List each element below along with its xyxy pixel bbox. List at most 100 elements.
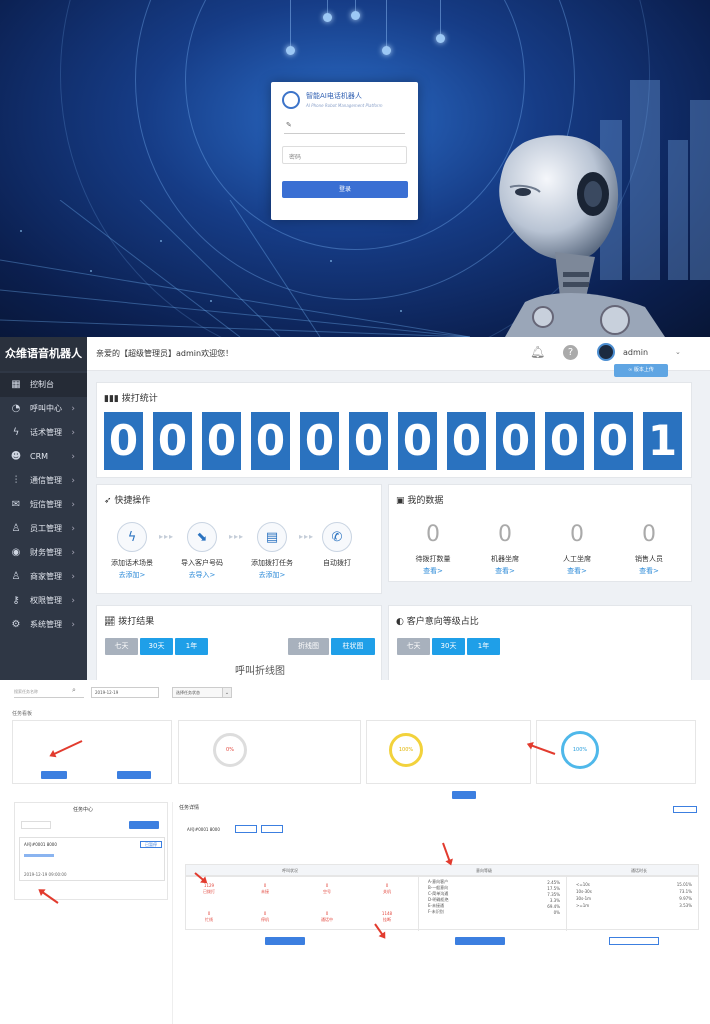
chevron-right-icon: › [71,476,75,486]
progress-ring: 0% [213,733,247,767]
help-icon[interactable]: ? [563,345,578,360]
quick-op-add-script[interactable]: ϟ 添加话术场景 去添加> [97,522,167,580]
range-1year-button[interactable]: 1年 [467,638,500,655]
duration-name: >=1m [576,903,590,908]
bar-chart-button[interactable]: 柱状图 [331,638,375,655]
call-cell: 1148 挂断 [372,911,402,923]
view-duration-button[interactable] [609,937,659,945]
export-button[interactable] [673,806,697,813]
rocket-icon: ➶ [104,496,115,506]
login-title: 智能AI电话机器人 [306,92,362,100]
date-picker[interactable]: 2019-12-19 [91,687,159,698]
data-label: 机器坐席 [491,555,519,563]
data-label: 待拨打数量 [415,555,451,563]
task-item-card[interactable]: AI号#0001 8000 已暂停 2019-12-19 09:00:00 [19,837,165,881]
view-intent-button[interactable] [455,937,505,945]
login-button[interactable]: 登录 [282,181,408,198]
intent-panel: ◐ 客户意向等级占比 七天 30天 1年 [388,605,692,680]
username[interactable]: admin [623,348,648,357]
clock-icon: ◔ [11,403,21,414]
data-value: 0 [570,522,584,547]
quick-op-label: 添加拨打任务 [251,559,293,567]
data-robot-seats: 0 机器坐席查看> [469,522,541,576]
refresh-button[interactable] [452,791,476,799]
sidebar-item-label: 系统管理 [30,620,62,629]
chevron-down-icon[interactable]: ⌄ [675,348,681,356]
quick-op-import[interactable]: ⬊ 导入客户号码 去导入> [167,522,237,580]
upload-button[interactable]: ∞ 版本上传 [614,364,668,377]
sidebar-item-comm[interactable]: ⫶ 通信管理 › [0,469,87,493]
view-link[interactable]: 查看> [469,566,541,576]
sidebar-item-crm[interactable]: ☻ CRM › [0,445,87,469]
sidebar-item-call-center[interactable]: ◔ 呼叫中心 › [0,397,87,421]
view-link[interactable]: 查看> [541,566,613,576]
panel-title: ➶ 快捷操作 [104,493,150,506]
username-field[interactable]: ✎ [284,119,405,134]
bolt-icon: ϟ [12,427,20,438]
action-button[interactable] [117,771,151,779]
view-calls-button[interactable] [265,937,305,945]
progress-ring: 100% [389,733,423,767]
edit-button[interactable] [235,825,257,833]
sidebar-item-label: 商家管理 [30,572,62,581]
pause-button[interactable] [261,825,283,833]
sidebar-item-finance[interactable]: ◉ 财务管理 › [0,541,87,565]
range-1year-button[interactable]: 1年 [175,638,208,655]
bell-icon[interactable]: 🔔︎ [530,345,545,359]
line-chart-icon: 📈︎ [104,617,119,627]
sidebar-item-label: CRM [30,452,49,461]
data-value: 0 [498,522,512,547]
panel-title: ▮▮▮ 拨打统计 [104,391,158,404]
duration-name: 10s-30s [576,889,592,894]
range-30days-button[interactable]: 30天 [432,638,465,655]
avatar[interactable] [597,343,615,361]
completion-card: 100% [536,720,696,784]
date-picker[interactable] [21,821,51,829]
quick-op-link[interactable]: 去添加> [97,570,167,580]
quick-op-label: 添加话术场景 [111,559,153,567]
quick-op-auto-dial[interactable]: ✆ 自动拨打 [307,522,367,568]
table-row: 10s-30s 73.1% [574,888,694,895]
panel-title: 📈︎ 拨打结果 [104,614,154,627]
action-button[interactable] [41,771,67,779]
table-row: 30s-1m 9.97% [574,895,694,902]
password-field[interactable]: 密码 [282,146,407,164]
mail-icon: ✉ [11,499,21,510]
call-cell-label: 未接 [261,889,269,894]
quick-op-link[interactable]: 去添加> [237,570,307,580]
range-30days-button[interactable]: 30天 [140,638,173,655]
quick-op-add-task[interactable]: ▤ 添加拨打任务 去添加> [237,522,307,580]
view-link[interactable]: 查看> [397,566,469,576]
data-pending-calls: 0 待拨打数量 查看> [397,522,469,576]
range-7days-button[interactable]: 七天 [105,638,138,655]
sidebar-item-permission[interactable]: ⚷ 权限管理 › [0,589,87,613]
sidebar-item-system[interactable]: ⚙ 系统管理 › [0,613,87,637]
view-link[interactable]: 查看> [613,566,685,576]
sidebar-item-label: 员工管理 [30,524,62,533]
chevron-right-icon: › [71,620,75,630]
database-icon: ▣ [396,496,408,506]
import-icon: ⬊ [187,522,217,552]
chevron-down-icon[interactable]: ⌄ [222,687,232,698]
dial-stats-panel: ▮▮▮ 拨打统计 0 0 0 0 0 0 0 0 0 0 0 1 [96,382,692,478]
counter-digit: 0 [349,412,388,470]
quick-op-link[interactable]: 去导入> [167,570,237,580]
counter-digit: 0 [545,412,584,470]
task-detail-panel: 任务详情 AI号#0001 8000 呼叫状况 意向等级 通话时长 1129 已拨… [172,802,702,1024]
range-7days-button[interactable]: 七天 [397,638,430,655]
sidebar-item-console[interactable]: ▦ 控制台 [0,373,87,397]
coin-icon: ◉ [11,547,21,558]
sidebar-item-script[interactable]: ϟ 话术管理 › [0,421,87,445]
intent-value: 0% [553,909,560,915]
upload-label: 版本上传 [633,367,654,373]
panel-title: 任务详情 [179,805,200,811]
add-task-button[interactable] [129,821,159,829]
sidebar-item-merchant[interactable]: ♙ 商家管理 › [0,565,87,589]
chevron-right-icon: › [71,428,75,438]
search-icon[interactable]: ⌕ [72,686,76,695]
counter-digit: 1 [643,412,682,470]
sidebar-item-staff[interactable]: ♙ 员工管理 › [0,517,87,541]
sidebar-item-sms[interactable]: ✉ 短信管理 › [0,493,87,517]
line-chart-button[interactable]: 折线图 [288,638,329,655]
duration-name: <=10s [576,882,590,887]
